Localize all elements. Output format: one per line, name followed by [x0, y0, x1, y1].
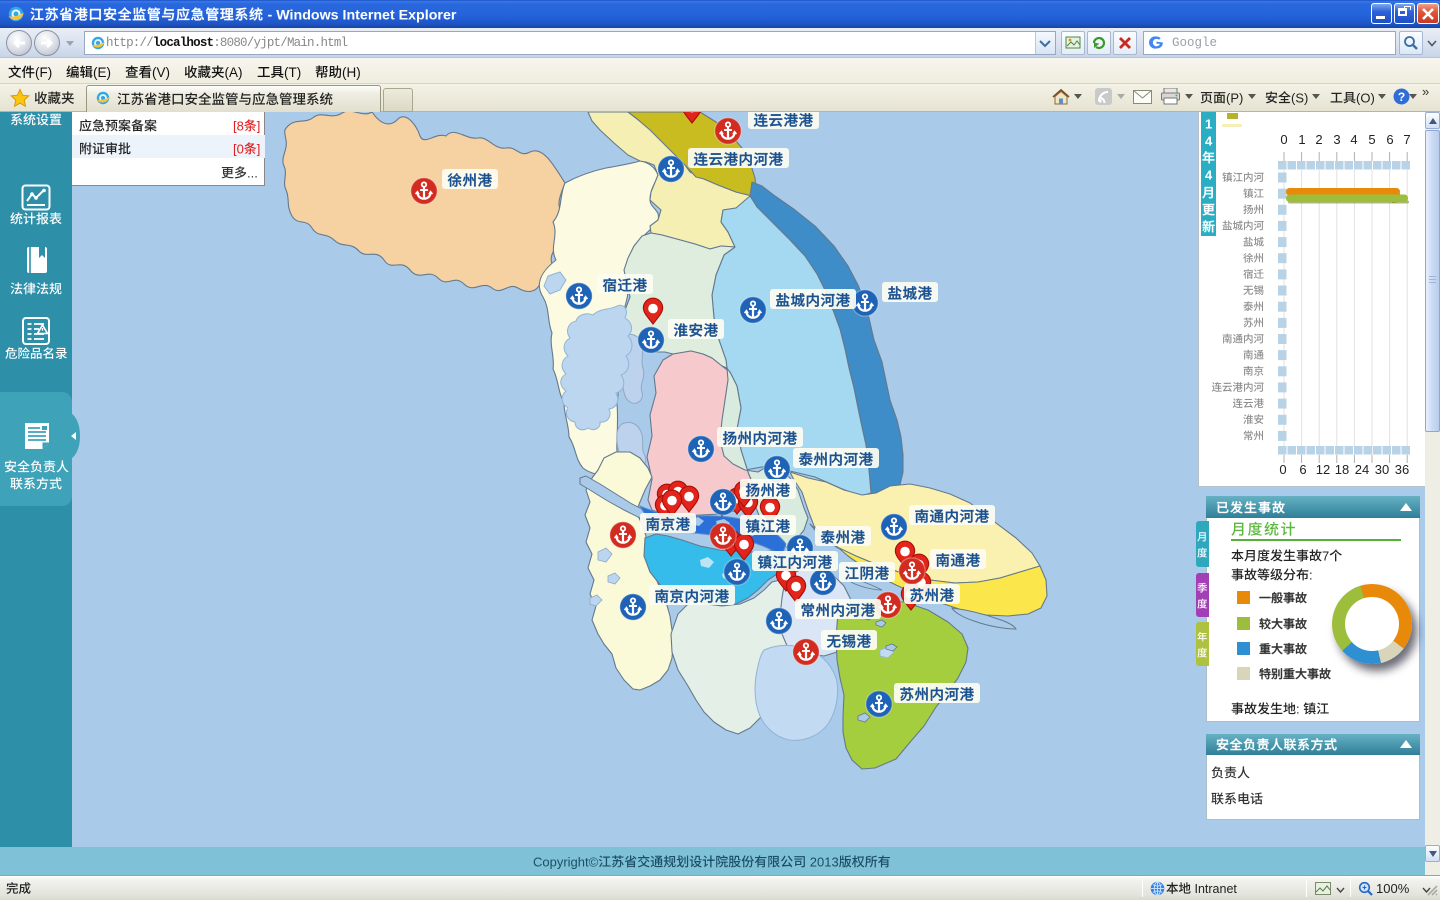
svg-text:(E): (E)	[93, 65, 111, 80]
svg-text:(H): (H)	[342, 65, 361, 80]
svg-text::: :	[1296, 701, 1303, 716]
svg-text:2013: 2013	[806, 854, 839, 869]
svg-text:(P): (P)	[1226, 90, 1243, 105]
svg-text:]: ]	[256, 141, 260, 156]
svg-text:?: ?	[1398, 90, 1405, 104]
svg-text:(S): (S)	[1291, 90, 1308, 105]
svg-text:]: ]	[256, 118, 260, 133]
svg-text:(V): (V)	[152, 65, 170, 80]
svg-text:(A): (A)	[225, 65, 243, 80]
svg-text:(F): (F)	[35, 65, 52, 80]
svg-text:Copyright©: Copyright©	[533, 854, 599, 869]
svg-text::: :	[1309, 567, 1313, 582]
svg-text:Intranet: Intranet	[1191, 882, 1237, 896]
svg-text:[0: [0	[233, 141, 244, 156]
svg-text:...: ...	[247, 165, 258, 180]
svg-text:7: 7	[1322, 548, 1329, 563]
svg-text:(T): (T)	[284, 65, 301, 80]
svg-text:(O): (O)	[1356, 90, 1375, 105]
svg-text:[8: [8	[233, 118, 244, 133]
svg-text:- Windows Internet Explorer: - Windows Internet Explorer	[264, 6, 457, 22]
